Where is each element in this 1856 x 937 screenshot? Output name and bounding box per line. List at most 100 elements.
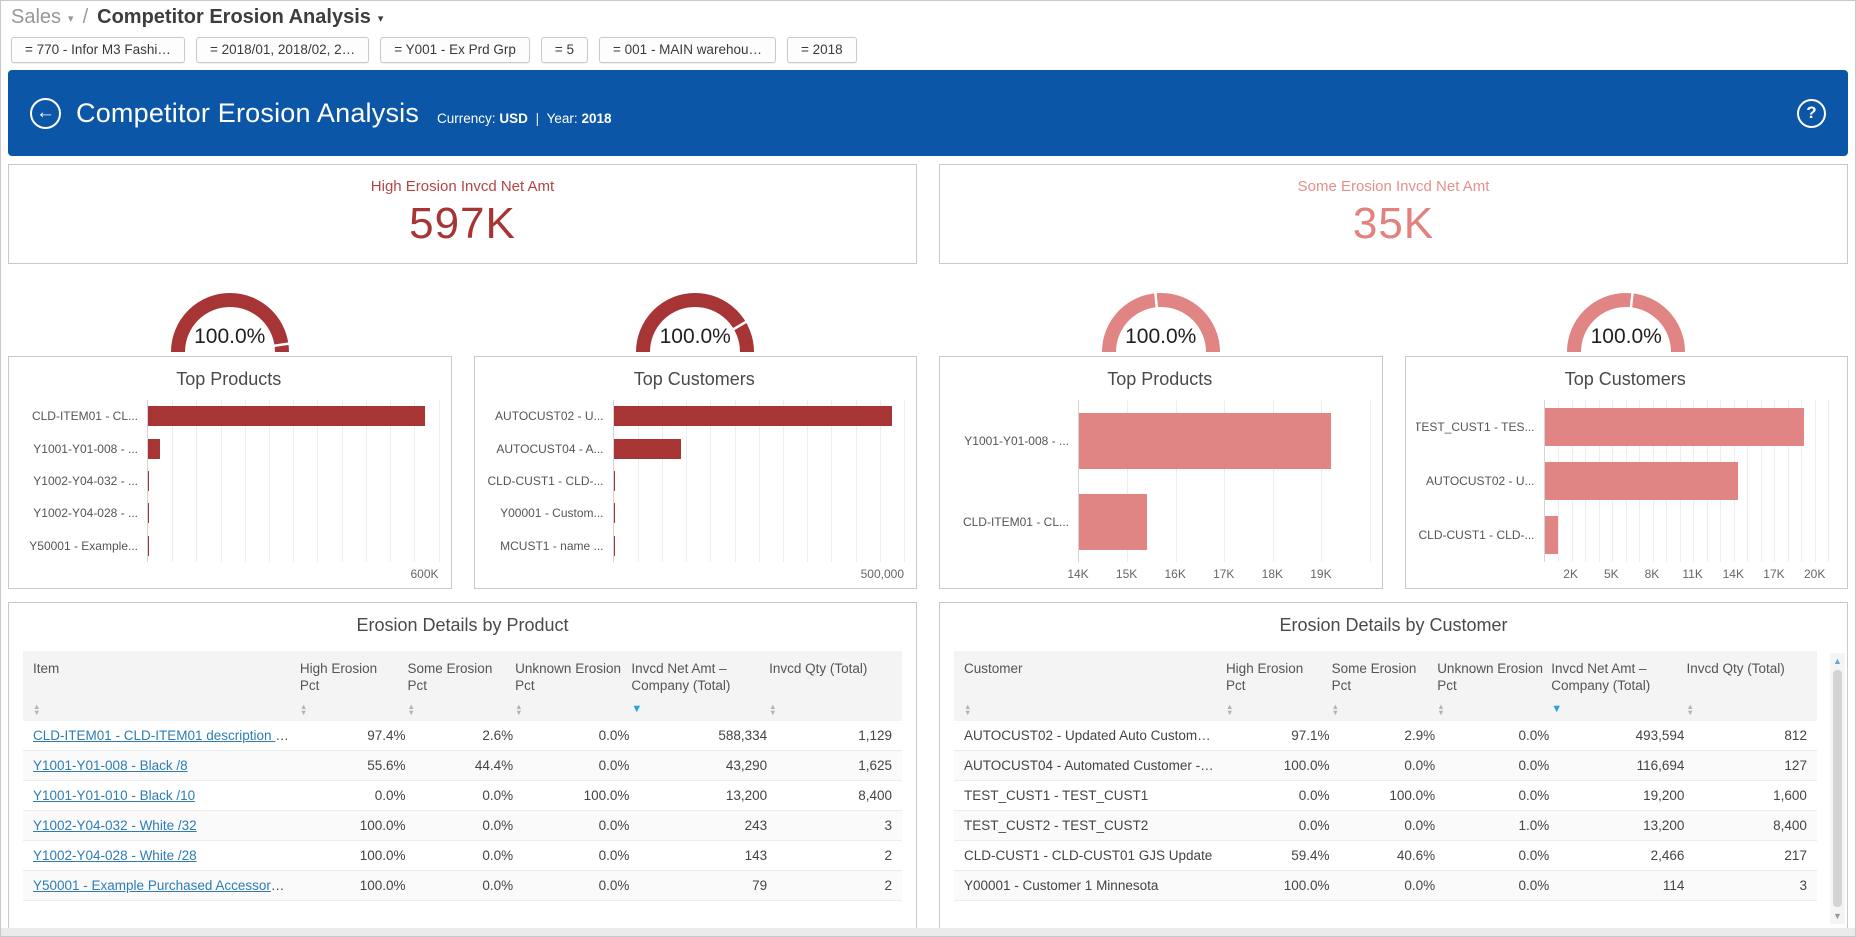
value-cell: 0.0% (1332, 878, 1438, 893)
sort-icon[interactable]: ▲▼ (33, 704, 45, 715)
value-cell: 100.0% (300, 878, 408, 893)
axis-tick-label: 16K (1164, 567, 1185, 581)
sort-icon[interactable]: ▲▼ (1332, 704, 1344, 715)
axis-tick-label: 15K (1116, 567, 1137, 581)
column-header[interactable]: High Erosion Pct▲▼ (1226, 661, 1332, 715)
sort-down-arrow: ▼ (1332, 710, 1344, 716)
currency-value: USD (499, 111, 528, 126)
bar[interactable] (614, 536, 615, 556)
filter-chip[interactable]: = 2018 (787, 37, 857, 63)
column-header[interactable]: Item▲▼ (33, 661, 300, 715)
value-cell: 812 (1686, 728, 1809, 743)
value-cell: 97.1% (1226, 728, 1332, 743)
bar[interactable] (614, 471, 615, 491)
bar-row (614, 530, 905, 562)
item-link[interactable]: Y1001-Y01-008 - Black /8 (33, 758, 188, 773)
column-header[interactable]: Invcd Net Amt – Company (Total)▼ (631, 661, 769, 715)
value-cell: 100.0% (1226, 758, 1332, 773)
kpi-value: 597K (9, 199, 916, 249)
horizontal-scrollbar[interactable] (1, 928, 1855, 936)
scroll-up-icon[interactable]: ▲ (1833, 653, 1842, 666)
column-header[interactable]: Unknown Erosion Pct ▲▼ (515, 661, 631, 715)
year-label: Year: (547, 111, 578, 126)
breadcrumb: Sales ▾ / Competitor Erosion Analysis ▾ (11, 6, 1845, 29)
column-header[interactable]: Some Erosion Pct▲▼ (408, 661, 516, 715)
item-link-cell: Y1001-Y01-008 - Black /8 (33, 758, 300, 773)
category-label: Y1001-Y01-008 - ... (950, 400, 1078, 481)
sort-icon[interactable]: ▲▼ (300, 704, 312, 715)
bar[interactable] (614, 406, 892, 426)
item-link[interactable]: Y50001 - Example Purchased Accessory 500… (33, 878, 300, 893)
breadcrumb-page[interactable]: Competitor Erosion Analysis (97, 6, 371, 29)
bars (1545, 400, 1836, 562)
value-cell: 79 (631, 878, 769, 893)
bar-row (148, 432, 439, 464)
back-button[interactable]: ← (30, 98, 61, 129)
sort-desc-icon[interactable]: ▼ (1551, 704, 1678, 715)
table-row: CLD-CUST1 - CLD-CUST01 GJS Update59.4%40… (954, 841, 1817, 871)
sort-icon[interactable]: ▲▼ (408, 704, 420, 715)
column-header[interactable]: Customer▲▼ (964, 661, 1226, 715)
scrollbar-thumb[interactable] (1833, 670, 1842, 907)
bar[interactable] (1079, 494, 1147, 550)
value-cell: 116,694 (1551, 758, 1686, 773)
column-header-label: Invcd Net Amt – Company (Total) (1551, 661, 1678, 695)
sort-icon[interactable]: ▲▼ (1437, 704, 1449, 715)
value-cell: 2 (769, 878, 894, 893)
bar[interactable] (148, 503, 149, 523)
vertical-scrollbar[interactable]: ▲▼ (1830, 653, 1845, 924)
value-cell: 2.9% (1332, 728, 1438, 743)
sort-icon[interactable]: ▲▼ (769, 704, 781, 715)
column-header[interactable]: Some Erosion Pct▲▼ (1332, 661, 1438, 715)
category-labels: TEST_CUST1 - TES...AUTOCUST02 - U...CLD-… (1416, 400, 1544, 562)
sort-down-arrow: ▼ (300, 710, 312, 716)
chevron-down-icon: ▾ (68, 12, 74, 25)
bar[interactable] (1545, 462, 1738, 500)
gridline (904, 400, 905, 562)
column-header[interactable]: High Erosion Pct▲▼ (300, 661, 408, 715)
scroll-down-icon[interactable]: ▼ (1833, 911, 1842, 924)
sort-down-arrow: ▼ (1686, 710, 1698, 716)
sort-desc-icon[interactable]: ▼ (631, 704, 761, 715)
bar[interactable] (148, 406, 425, 426)
sort-icon[interactable]: ▲▼ (964, 704, 976, 715)
sort-icon[interactable]: ▲▼ (1226, 704, 1238, 715)
bar[interactable] (614, 439, 682, 459)
sort-icon[interactable]: ▲▼ (515, 704, 527, 715)
bar[interactable] (1079, 413, 1331, 469)
item-link[interactable]: CLD-ITEM01 - CLD-ITEM01 description chan… (33, 728, 300, 743)
value-cell: 0.0% (1437, 758, 1551, 773)
filter-chip[interactable]: = 5 (541, 37, 588, 63)
bar[interactable] (148, 439, 160, 459)
help-button[interactable]: ? (1797, 99, 1826, 128)
gridline (1370, 400, 1371, 562)
column-header[interactable]: Unknown Erosion Pct ▲▼ (1437, 661, 1551, 715)
value-cell: 13,200 (631, 788, 769, 803)
filter-chip[interactable]: = Y001 - Ex Prd Grp (380, 37, 530, 63)
bar[interactable] (148, 471, 149, 491)
item-link[interactable]: Y1002-Y04-028 - White /28 (33, 848, 197, 863)
filter-chip[interactable]: = 2018/01, 2018/02, 2… (196, 37, 369, 63)
item-link[interactable]: Y1002-Y04-032 - White /32 (33, 818, 197, 833)
charts-row: Top Products CLD-ITEM01 - CL...Y1001-Y01… (8, 356, 1848, 589)
bar[interactable] (1545, 516, 1559, 554)
bar[interactable] (614, 503, 615, 523)
column-header[interactable]: Invcd Qty (Total)▲▼ (769, 661, 894, 715)
breadcrumb-section[interactable]: Sales (11, 6, 61, 29)
bar[interactable] (1545, 408, 1804, 446)
sort-icon[interactable]: ▲▼ (1686, 704, 1698, 715)
column-header-label: Unknown Erosion Pct (1437, 661, 1543, 695)
column-header-label: Unknown Erosion Pct (515, 661, 623, 695)
filter-chip[interactable]: = 001 - MAIN warehou… (599, 37, 776, 63)
item-link[interactable]: Y1001-Y01-010 - Black /10 (33, 788, 195, 803)
filter-chip[interactable]: = 770 - Infor M3 Fashi… (11, 37, 185, 63)
value-cell: 2 (769, 848, 894, 863)
bar-row (614, 465, 905, 497)
table-row: Y1001-Y01-010 - Black /100.0%0.0%100.0%1… (23, 781, 902, 811)
column-header[interactable]: Invcd Net Amt – Company (Total) ▼ (1551, 661, 1686, 715)
bar-row (148, 497, 439, 529)
item-link-cell: Y50001 - Example Purchased Accessory 500… (33, 878, 300, 893)
bar[interactable] (148, 536, 149, 556)
column-header[interactable]: Invcd Qty (Total)▲▼ (1686, 661, 1809, 715)
value-cell: 0.0% (408, 848, 516, 863)
